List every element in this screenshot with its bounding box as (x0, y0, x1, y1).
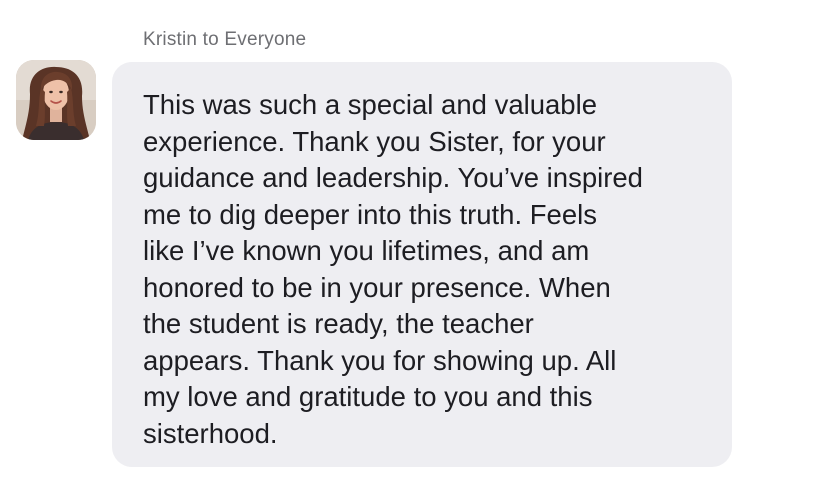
user-avatar[interactable] (16, 60, 96, 140)
chat-message-text: This was such a special and valuable exp… (143, 89, 643, 449)
message-sender-label: Kristin to Everyone (143, 29, 307, 50)
chat-message-bubble: This was such a special and valuable exp… (112, 62, 732, 467)
user-photo-avatar-icon (16, 60, 96, 140)
